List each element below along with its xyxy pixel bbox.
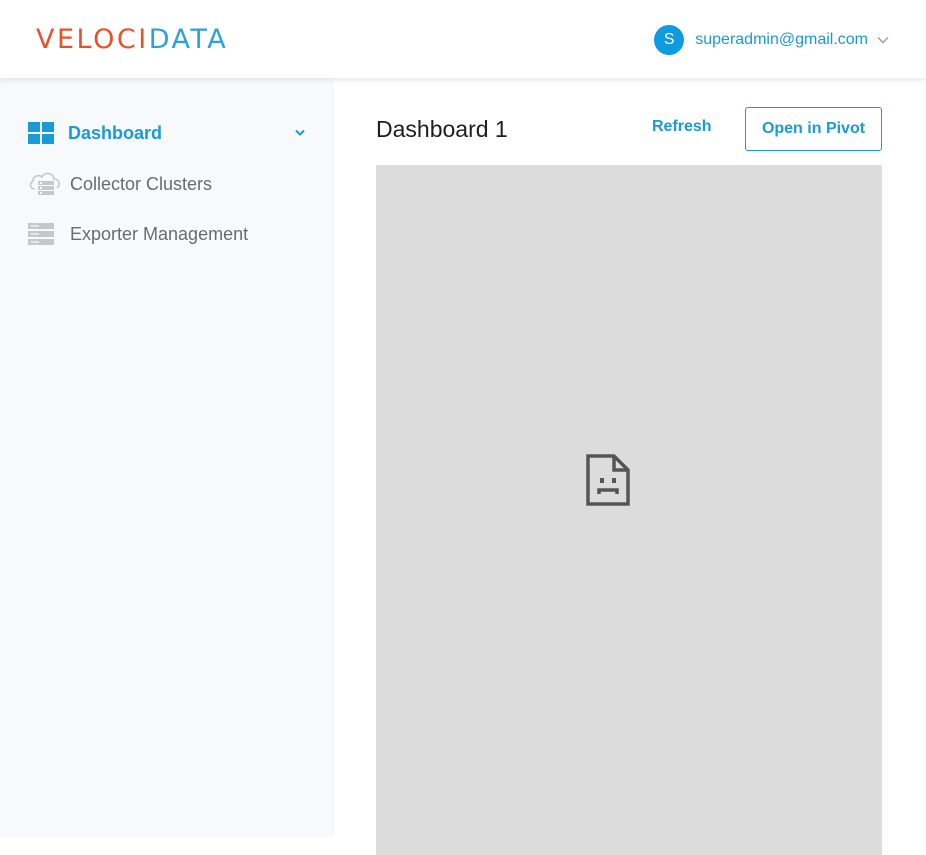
logo-part-veloci: VELOCI bbox=[36, 24, 149, 55]
chevron-down-icon[interactable] bbox=[294, 127, 306, 139]
refresh-button[interactable]: Refresh bbox=[652, 118, 712, 136]
sidebar: Dashboard Collector Clusters Exporter Ma… bbox=[0, 78, 334, 837]
app-logo[interactable]: VELOCIDATA bbox=[36, 24, 228, 56]
sidebar-item-label: Dashboard bbox=[68, 122, 163, 143]
sidebar-item-label: Collector Clusters bbox=[70, 173, 213, 194]
dashboard-grid-icon bbox=[28, 120, 62, 146]
server-stack-icon bbox=[28, 221, 62, 247]
page-title: Dashboard 1 bbox=[376, 116, 508, 142]
sidebar-item-dashboard[interactable]: Dashboard bbox=[28, 118, 308, 148]
sidebar-item-exporter-management[interactable]: Exporter Management bbox=[28, 219, 308, 249]
logo-part-data: DATA bbox=[148, 24, 229, 55]
main-content: Dashboard 1 Refresh Open in Pivot bbox=[334, 78, 926, 855]
sidebar-item-collector-clusters[interactable]: Collector Clusters bbox=[28, 169, 308, 199]
user-menu[interactable]: S superadmin@gmail.com bbox=[654, 25, 890, 55]
sidebar-item-label: Exporter Management bbox=[70, 223, 249, 244]
chevron-down-icon bbox=[877, 37, 889, 44]
dashboard-frame[interactable] bbox=[376, 165, 882, 855]
avatar: S bbox=[654, 25, 685, 55]
user-email: superadmin@gmail.com bbox=[695, 31, 868, 48]
broken-document-icon bbox=[586, 454, 630, 506]
open-in-pivot-button[interactable]: Open in Pivot bbox=[745, 107, 882, 151]
top-header: VELOCIDATA S superadmin@gmail.com bbox=[0, 0, 926, 78]
cloud-server-icon bbox=[28, 171, 62, 197]
